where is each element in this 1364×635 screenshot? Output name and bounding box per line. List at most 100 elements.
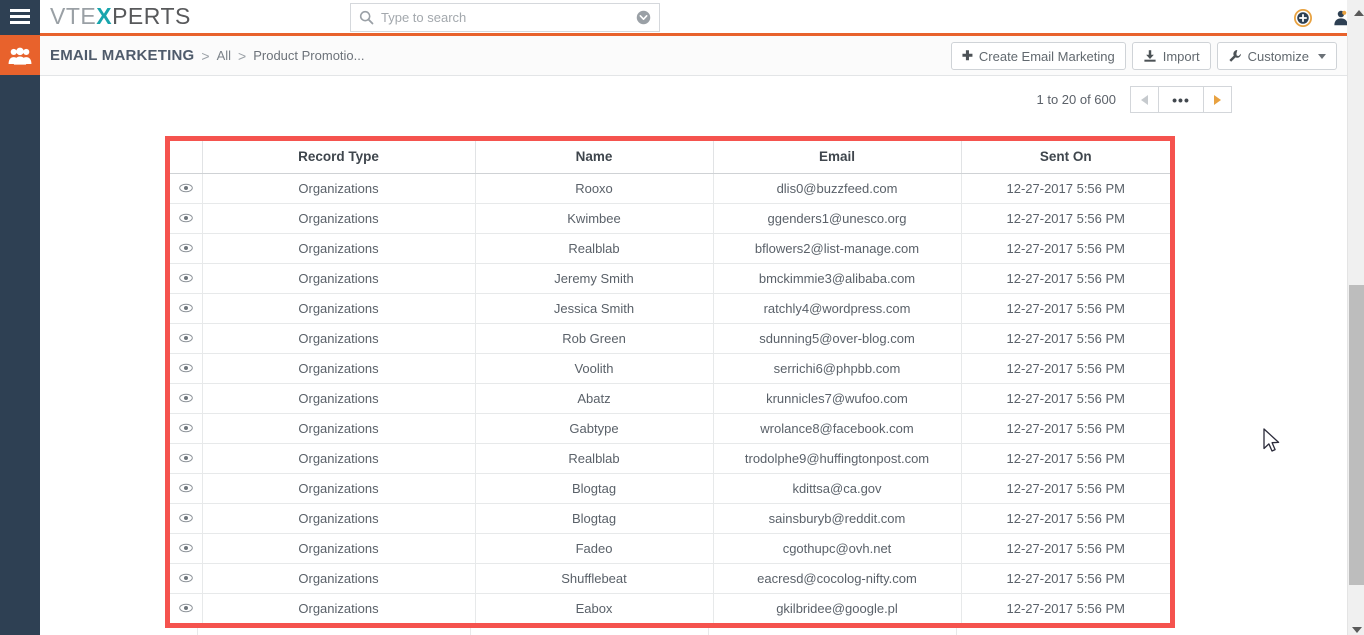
- eye-icon[interactable]: [178, 213, 193, 223]
- table-row[interactable]: Organizations Eabox gkilbridee@google.pl 12…: [170, 593, 1170, 623]
- row-eye-cell[interactable]: [170, 353, 203, 384]
- app-logo[interactable]: VTE X PERTS: [50, 3, 191, 30]
- cell-name: Realblab: [475, 443, 714, 474]
- users-icon: [8, 47, 32, 65]
- cell-record-type: Organizations: [202, 383, 476, 414]
- row-eye-cell[interactable]: [165, 628, 198, 635]
- plus-circle-icon[interactable]: [1294, 9, 1312, 27]
- hamburger-bar: [10, 15, 30, 18]
- eye-icon[interactable]: [178, 543, 193, 553]
- cell-name: Kwimbee: [475, 203, 714, 234]
- page-jump-button[interactable]: •••: [1158, 86, 1204, 113]
- row-eye-cell[interactable]: [170, 593, 203, 623]
- column-header-name[interactable]: Name: [475, 141, 714, 174]
- table-row[interactable]: Organizations Abatz krunnicles7@wufoo.com 1…: [170, 383, 1170, 414]
- search-input[interactable]: [374, 4, 636, 31]
- eye-icon[interactable]: [178, 243, 193, 253]
- table-row[interactable]: Organizations Blogtag sainsburyb@reddit.co…: [170, 503, 1170, 534]
- scroll-down-arrow-icon[interactable]: [1352, 627, 1362, 633]
- row-eye-cell[interactable]: [170, 473, 203, 504]
- row-eye-cell[interactable]: [170, 203, 203, 234]
- table-row[interactable]: Organizations Shufflebeat eacresd@cocolog-…: [170, 563, 1170, 594]
- row-eye-cell[interactable]: [170, 563, 203, 594]
- cell-email: sainsburyb@reddit.com: [713, 503, 962, 534]
- next-page-button[interactable]: [1203, 86, 1232, 113]
- table-row[interactable]: Organizations Fadeo cgothupc@ovh.net 12-27-…: [170, 533, 1170, 564]
- row-eye-cell[interactable]: [170, 383, 203, 414]
- table-row[interactable]: Organizations Jessica Smith ratchly4@wordp…: [170, 293, 1170, 324]
- eye-icon[interactable]: [178, 423, 193, 433]
- import-button[interactable]: Import: [1131, 42, 1211, 70]
- table-row[interactable]: Organizations Realblab trodolphe9@huffingt…: [170, 443, 1170, 474]
- eye-icon[interactable]: [178, 363, 193, 373]
- breadcrumb-separator: >: [238, 47, 247, 64]
- vertical-scrollbar[interactable]: [1347, 36, 1364, 635]
- row-eye-cell[interactable]: [170, 443, 203, 474]
- create-email-marketing-button[interactable]: ✚ Create Email Marketing: [951, 42, 1126, 70]
- cell-record-type: Organizations: [202, 293, 476, 324]
- eye-icon[interactable]: [178, 453, 193, 463]
- eye-icon[interactable]: [178, 303, 193, 313]
- table-row[interactable]: Organizations Voolith serrichi6@phpbb.com 1…: [170, 353, 1170, 384]
- row-eye-cell[interactable]: [170, 263, 203, 294]
- cell-record-type: Organizations: [202, 173, 476, 204]
- module-header: EMAIL MARKETING > All > Product Promotio…: [40, 36, 1347, 76]
- column-header-sent-on[interactable]: Sent On: [961, 141, 1170, 174]
- table-row[interactable]: Organizations Realblab bflowers2@list-mana…: [170, 233, 1170, 264]
- sidebar-item-contacts[interactable]: [0, 36, 40, 75]
- global-search-box[interactable]: [350, 3, 660, 32]
- cell-name: Rob Green: [475, 323, 714, 354]
- column-header-email[interactable]: Email: [713, 141, 962, 174]
- cell-record-type: Organizations: [202, 353, 476, 384]
- cell-email: bmckimmie3@alibaba.com: [713, 263, 962, 294]
- cell-record-type: Organizations: [202, 533, 476, 564]
- table-row[interactable]: Organizations Gabtype wrolance8@facebook.c…: [170, 413, 1170, 444]
- previous-page-button[interactable]: [1130, 86, 1159, 113]
- eye-icon[interactable]: [178, 603, 193, 613]
- import-label: Import: [1162, 48, 1200, 64]
- eye-icon[interactable]: [178, 393, 193, 403]
- eye-icon[interactable]: [178, 333, 193, 343]
- breadcrumb-module-title[interactable]: EMAIL MARKETING: [50, 47, 194, 64]
- hamburger-menu-icon[interactable]: [0, 0, 40, 35]
- eye-icon[interactable]: [178, 273, 193, 283]
- row-eye-cell[interactable]: [170, 323, 203, 354]
- cell-name: Realblab: [475, 233, 714, 264]
- logo-text-x: X: [96, 3, 113, 29]
- breadcrumb-filter-all[interactable]: All: [217, 48, 231, 63]
- customize-button[interactable]: Customize: [1216, 42, 1337, 70]
- cell-email: serrichi6@phpbb.com: [713, 353, 962, 384]
- eye-icon[interactable]: [178, 573, 193, 583]
- create-email-marketing-label: Create Email Marketing: [978, 48, 1115, 64]
- cell-record-type: Organizations: [202, 443, 476, 474]
- eye-icon[interactable]: [178, 183, 193, 193]
- table-row[interactable]: Organizations Kwimbee ggenders1@unesco.org…: [170, 203, 1170, 234]
- chevron-down-circle-icon[interactable]: [636, 10, 651, 25]
- download-icon: [1144, 50, 1156, 62]
- wrench-icon: [1228, 50, 1241, 62]
- scrollbar-thumb[interactable]: [1349, 285, 1364, 585]
- cell-name: Blogtag: [475, 503, 714, 534]
- logo-text-part2: PERTS: [112, 3, 191, 29]
- cell-email: dlis0@buzzfeed.com: [713, 173, 962, 204]
- table-row[interactable]: Organizations Roombo mlawfordf@bloglines…: [165, 628, 1175, 635]
- row-eye-cell[interactable]: [170, 293, 203, 324]
- row-eye-cell[interactable]: [170, 233, 203, 264]
- cell-record-type: Organizations: [202, 413, 476, 444]
- cell-name: Rooxo: [475, 173, 714, 204]
- row-eye-cell[interactable]: [170, 503, 203, 534]
- scroll-up-arrow-icon[interactable]: [1354, 10, 1364, 16]
- table-row[interactable]: Organizations Rob Green sdunning5@over-blo…: [170, 323, 1170, 354]
- table-row[interactable]: Organizations Rooxo dlis0@buzzfeed.com 12-2…: [170, 173, 1170, 204]
- column-header-actions: [170, 141, 203, 174]
- cell-record-type: Organizations: [202, 323, 476, 354]
- column-header-record-type[interactable]: Record Type: [202, 141, 476, 174]
- table-row[interactable]: Organizations Blogtag kdittsa@ca.gov 12-27-…: [170, 473, 1170, 504]
- row-eye-cell[interactable]: [170, 533, 203, 564]
- breadcrumb-current-record[interactable]: Product Promotio...: [253, 48, 364, 63]
- eye-icon[interactable]: [178, 483, 193, 493]
- eye-icon[interactable]: [178, 513, 193, 523]
- row-eye-cell[interactable]: [170, 173, 203, 204]
- row-eye-cell[interactable]: [170, 413, 203, 444]
- table-row[interactable]: Organizations Jeremy Smith bmckimmie3@alib…: [170, 263, 1170, 294]
